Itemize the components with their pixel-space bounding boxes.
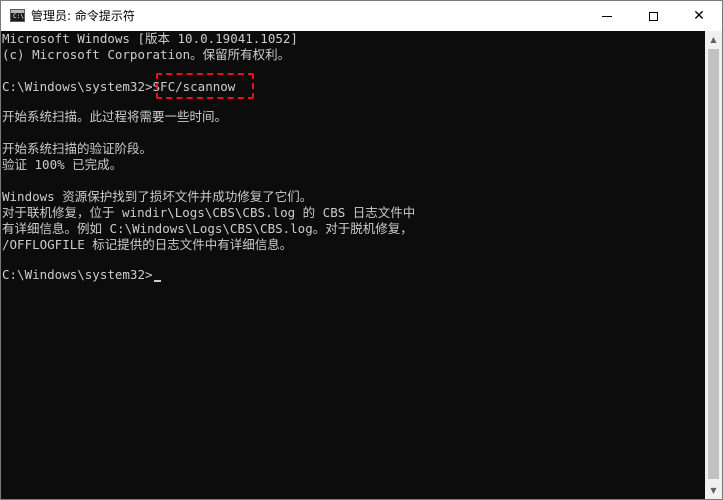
prompt-text: C:\Windows\system32> (2, 267, 153, 282)
close-icon: ✕ (693, 8, 705, 24)
text-cursor (153, 280, 161, 282)
console-line: Windows 资源保护找到了损坏文件并成功修复了它们。 (2, 189, 313, 204)
maximize-icon (648, 11, 658, 21)
cmd-window: C:\ 管理员: 命令提示符 ✕ Microsoft Windows [版本 1… (0, 0, 723, 500)
console-line: /OFFLOGFILE 标记提供的日志文件中有详细信息。 (2, 237, 293, 252)
console-line: 验证 100% 已完成。 (2, 157, 123, 172)
prompt-line: C:\Windows\system32> (2, 267, 161, 283)
window-title: 管理员: 命令提示符 (31, 9, 135, 23)
title-bar[interactable]: C:\ 管理员: 命令提示符 ✕ (1, 1, 722, 31)
console-line: Microsoft Windows [版本 10.0.19041.1052] (2, 31, 298, 46)
console-line: (c) Microsoft Corporation。保留所有权利。 (2, 47, 291, 62)
command-prompt-icon: C:\ (10, 9, 25, 22)
console-output[interactable]: Microsoft Windows [版本 10.0.19041.1052] (… (1, 31, 705, 499)
console-line: 对于联机修复，位于 windir\Logs\CBS\CBS.log 的 CBS … (2, 205, 416, 220)
icon-glyph: C:\ (13, 13, 24, 20)
close-button[interactable]: ✕ (676, 1, 722, 31)
console-line: 开始系统扫描。此过程将需要一些时间。 (2, 109, 228, 124)
command-highlight-box (156, 73, 254, 99)
console-line: 开始系统扫描的验证阶段。 (2, 141, 153, 156)
console-line: 有详细信息。例如 C:\Windows\Logs\CBS\CBS.log。对于脱… (2, 221, 413, 236)
vertical-scrollbar[interactable]: ▲ ▼ (705, 31, 722, 499)
scroll-down-arrow-icon[interactable]: ▼ (705, 482, 722, 499)
minimize-icon (602, 15, 612, 17)
minimize-button[interactable] (584, 1, 630, 31)
scroll-up-arrow-icon[interactable]: ▲ (705, 31, 722, 48)
scrollbar-thumb[interactable] (708, 49, 719, 479)
maximize-button[interactable] (630, 1, 676, 31)
